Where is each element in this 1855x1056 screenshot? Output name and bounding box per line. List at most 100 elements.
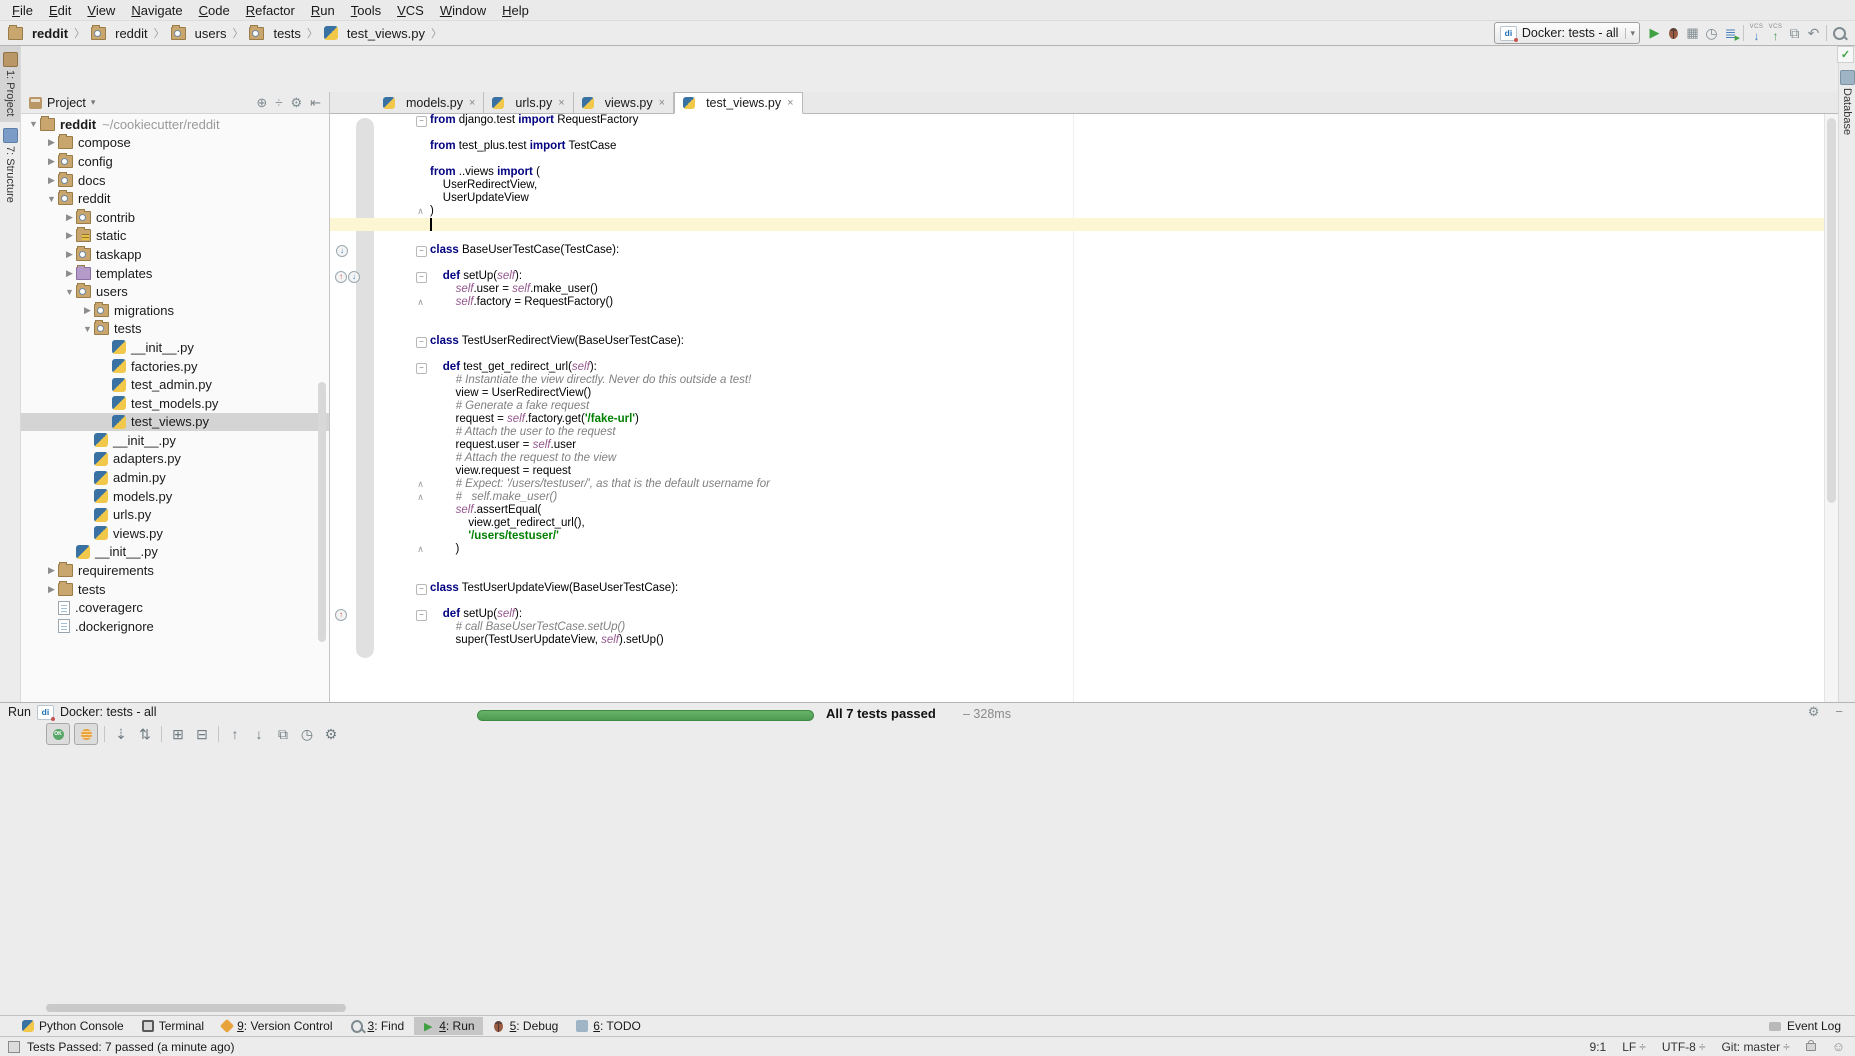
- code-fold-icon[interactable]: ∧: [416, 480, 425, 489]
- tree-item-config[interactable]: ▶config: [21, 152, 329, 171]
- toolwindow-button--todo[interactable]: 6: TODO: [568, 1017, 649, 1035]
- toolwindow-button--run[interactable]: ▶4: Run: [414, 1017, 482, 1035]
- tree-item-__init__.py[interactable]: __init__.py: [21, 543, 329, 562]
- project-panel-header[interactable]: Project ▾ ⊕÷⚙⇤: [21, 92, 329, 114]
- code-fold-icon[interactable]: −: [416, 337, 427, 348]
- tree-item-compose[interactable]: ▶compose: [21, 134, 329, 153]
- code-fold-icon[interactable]: −: [416, 246, 427, 257]
- local-history-icon[interactable]: ⧉: [1785, 24, 1804, 43]
- tree-item-tests[interactable]: ▼tests: [21, 320, 329, 339]
- editor-tab-models.py[interactable]: models.py×: [375, 92, 484, 113]
- tree-item-test_admin.py[interactable]: test_admin.py: [21, 375, 329, 394]
- tree-item-taskapp[interactable]: ▶taskapp: [21, 245, 329, 264]
- close-tab-icon[interactable]: ×: [558, 97, 564, 109]
- menu-tools[interactable]: Tools: [343, 1, 389, 20]
- close-tab-icon[interactable]: ×: [659, 97, 665, 109]
- toolwindow-button--version-control[interactable]: 9: Version Control: [214, 1017, 340, 1035]
- code-editor[interactable]: −from django.test import RequestFactoryf…: [330, 114, 1824, 748]
- tree-item-__init__.py[interactable]: __init__.py: [21, 431, 329, 450]
- code-fold-icon[interactable]: ∧: [416, 493, 425, 502]
- breadcrumb-reddit[interactable]: reddit: [91, 26, 148, 41]
- sort-az-icon[interactable]: ⇣: [111, 724, 131, 744]
- toolwindow-button--find[interactable]: 3: Find: [343, 1017, 413, 1035]
- tree-item-adapters.py[interactable]: adapters.py: [21, 450, 329, 469]
- lock-icon[interactable]: [1806, 1043, 1816, 1051]
- tree-item-__init__.py[interactable]: __init__.py: [21, 338, 329, 357]
- debug-icon[interactable]: [1664, 24, 1683, 43]
- collapse-all-icon[interactable]: ⊟: [192, 724, 212, 744]
- tree-item-tests[interactable]: ▶tests: [21, 580, 329, 599]
- toolwindow-button--debug[interactable]: 5: Debug: [485, 1017, 567, 1035]
- breadcrumb-users[interactable]: users: [171, 26, 227, 41]
- code-fold-icon[interactable]: ∧: [416, 298, 425, 307]
- tree-item-factories.py[interactable]: factories.py: [21, 357, 329, 376]
- locate-icon[interactable]: ⊕: [252, 95, 271, 110]
- settings-icon[interactable]: ⚙: [286, 95, 306, 110]
- tree-item-contrib[interactable]: ▶contrib: [21, 208, 329, 227]
- menu-window[interactable]: Window: [432, 1, 494, 20]
- tree-item-reddit[interactable]: ▼reddit~/cookiecutter/reddit: [21, 115, 329, 134]
- menu-vcs[interactable]: VCS: [389, 1, 432, 20]
- override-marker-icon[interactable]: ↓: [348, 271, 360, 283]
- undo-icon[interactable]: ↶: [1804, 24, 1823, 43]
- code-fold-icon[interactable]: −: [416, 272, 427, 283]
- menu-navigate[interactable]: Navigate: [123, 1, 190, 20]
- editor-tab-urls.py[interactable]: urls.py×: [484, 92, 573, 113]
- code-fold-icon[interactable]: −: [416, 610, 427, 621]
- toolwindow-button-terminal[interactable]: Terminal: [134, 1017, 212, 1035]
- tool-stripe-1-project[interactable]: 1: Project: [0, 46, 20, 122]
- code-fold-icon[interactable]: −: [416, 584, 427, 595]
- menu-help[interactable]: Help: [494, 1, 537, 20]
- code-fold-icon[interactable]: ∧: [416, 545, 425, 554]
- code-fold-icon[interactable]: −: [416, 116, 427, 127]
- run-configuration-select[interactable]: di Docker: tests - all ▾: [1494, 22, 1640, 44]
- git-branch-selector[interactable]: Git: master: [1721, 1040, 1789, 1054]
- overridden-marker-icon[interactable]: ↑: [335, 271, 347, 283]
- breadcrumb-reddit[interactable]: reddit: [8, 26, 68, 41]
- editor-tab-test_views.py[interactable]: test_views.py×: [674, 92, 802, 114]
- import-icon[interactable]: ⧉: [273, 724, 293, 744]
- breadcrumb-test_views.py[interactable]: test_views.py: [324, 26, 425, 41]
- run-configs-icon[interactable]: ≣: [1721, 24, 1740, 43]
- inspection-status-icon[interactable]: ✓: [1837, 46, 1854, 63]
- tree-item-admin.py[interactable]: admin.py: [21, 468, 329, 487]
- menu-file[interactable]: File: [4, 1, 41, 20]
- show-ignored-button[interactable]: [74, 723, 98, 745]
- coverage-icon[interactable]: ▦: [1683, 24, 1702, 43]
- menu-run[interactable]: Run: [303, 1, 343, 20]
- runpanel-hide-icon[interactable]: −: [1831, 704, 1847, 720]
- run-icon[interactable]: ▶: [1645, 24, 1664, 43]
- caret-position[interactable]: 9:1: [1590, 1040, 1607, 1054]
- overridden-marker-icon[interactable]: ↑: [335, 609, 347, 621]
- tree-item-test_models.py[interactable]: test_models.py: [21, 394, 329, 413]
- tree-item-test_views.py[interactable]: test_views.py: [21, 413, 329, 432]
- tool-stripe-7-structure[interactable]: 7: Structure: [0, 122, 20, 209]
- sort-order-icon[interactable]: ⇅: [135, 724, 155, 744]
- menu-code[interactable]: Code: [191, 1, 238, 20]
- hide-icon[interactable]: ⇤: [306, 95, 325, 110]
- tree-item-docs[interactable]: ▶docs: [21, 171, 329, 190]
- menu-view[interactable]: View: [79, 1, 123, 20]
- next-icon[interactable]: ↓: [249, 724, 269, 744]
- editor-tab-views.py[interactable]: views.py×: [574, 92, 674, 113]
- close-tab-icon[interactable]: ×: [469, 97, 475, 109]
- line-ending-selector[interactable]: LF: [1622, 1040, 1646, 1054]
- toolwindow-button-python-console[interactable]: Python Console: [14, 1017, 132, 1035]
- vcs-update-icon[interactable]: VCS↓: [1747, 24, 1766, 43]
- menu-edit[interactable]: Edit: [41, 1, 79, 20]
- encoding-selector[interactable]: UTF-8: [1662, 1040, 1706, 1054]
- inspector-hector-icon[interactable]: ☺: [1832, 1039, 1845, 1054]
- test-tree-hscrollbar[interactable]: [46, 1004, 524, 1012]
- event-log-button[interactable]: Event Log: [1769, 1019, 1855, 1033]
- status-message[interactable]: Tests Passed: 7 passed (a minute ago): [27, 1040, 234, 1054]
- tree-item-users[interactable]: ▼users: [21, 282, 329, 301]
- tree-item-static[interactable]: ▶static: [21, 227, 329, 246]
- editor-scrollbar-thumb[interactable]: [1827, 118, 1836, 503]
- breadcrumb-tests[interactable]: tests: [249, 26, 300, 41]
- tree-item-migrations[interactable]: ▶migrations: [21, 301, 329, 320]
- runpanel-settings-icon[interactable]: ⚙: [1804, 704, 1824, 720]
- tree-item-.dockerignore[interactable]: .dockerignore: [21, 617, 329, 636]
- search-icon[interactable]: [1830, 24, 1849, 43]
- project-tree-scrollbar[interactable]: [318, 382, 326, 642]
- menu-refactor[interactable]: Refactor: [238, 1, 303, 20]
